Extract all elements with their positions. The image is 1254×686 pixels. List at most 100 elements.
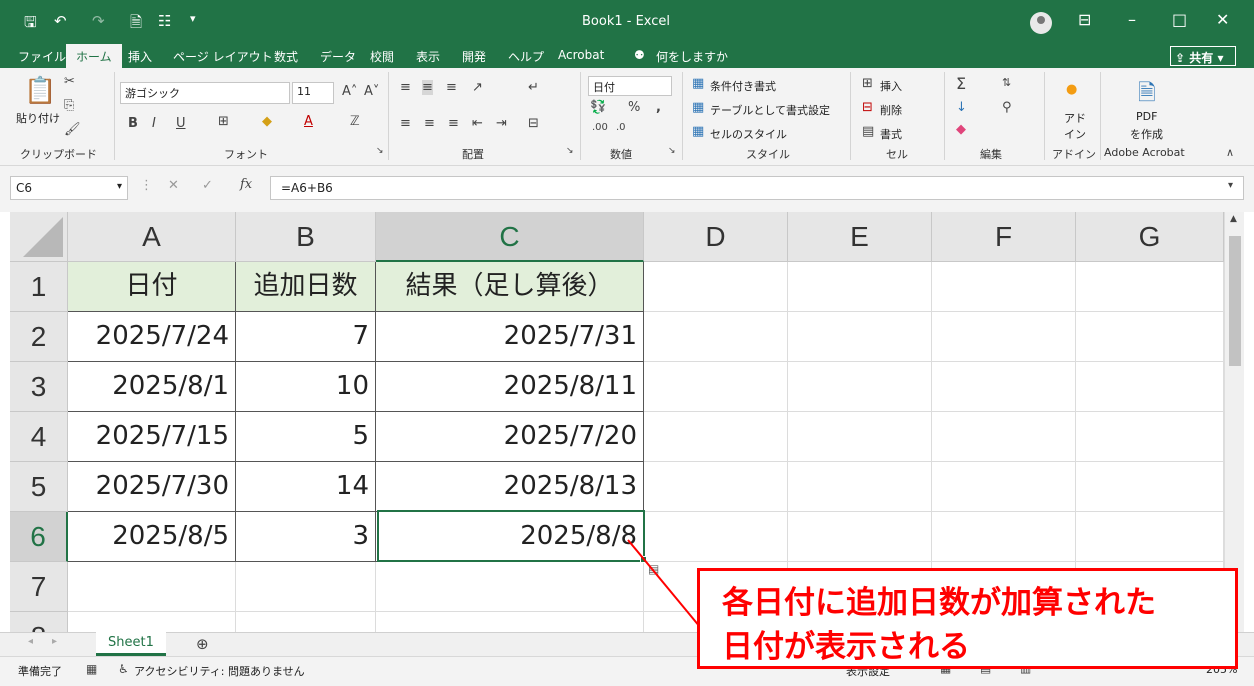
addins-line1[interactable]: アド [1064,110,1086,126]
tab-formulas[interactable]: 数式 [274,48,298,65]
italic-icon[interactable]: I [152,116,156,131]
tab-page-layout[interactable]: ページ レイアウト [173,48,273,65]
wrap-text-icon[interactable]: ↵ [528,80,539,95]
column-header-c[interactable]: C [376,212,644,262]
tell-me-search[interactable]: 何をしますか [656,48,728,65]
formula-input[interactable]: =A6+B6 [270,176,1244,200]
grow-font-icon[interactable]: A˄ [342,84,357,99]
cell-c5[interactable]: 2025/8/13 [376,462,644,512]
macro-record-icon[interactable]: ▦ [86,662,97,676]
underline-icon[interactable]: U [176,116,186,131]
accessibility-icon[interactable]: ♿ [118,662,129,676]
cell-a3[interactable]: 2025/8/1 [68,362,236,412]
number-format-select[interactable]: 日付 [588,76,672,96]
cell-a5[interactable]: 2025/7/30 [68,462,236,512]
paste-icon[interactable]: 📋 [24,76,56,106]
increase-indent-icon[interactable]: ⇥ [496,116,507,131]
empty-cell[interactable] [644,362,788,412]
empty-cell[interactable] [644,312,788,362]
account-avatar-icon[interactable] [1030,12,1052,34]
phonetic-icon[interactable]: ℤ [350,114,360,129]
create-pdf-line2[interactable]: を作成 [1130,126,1163,142]
select-all-button[interactable] [10,212,68,262]
maximize-icon[interactable]: □ [1172,10,1187,29]
empty-cell[interactable] [68,562,236,612]
insert-function-icon[interactable]: fx [240,177,252,192]
cell-b3[interactable]: 10 [236,362,376,412]
tab-review[interactable]: 校閲 [370,48,394,65]
row-header-3[interactable]: 3 [10,362,68,412]
row-header-8[interactable]: 8 [10,612,68,632]
customize-qat-icon[interactable]: ▾ [190,12,196,25]
tab-home[interactable]: ホーム [66,44,122,70]
add-sheet-icon[interactable]: ⊕ [196,635,209,653]
borders-icon[interactable]: ⊞ [218,114,229,129]
empty-cell[interactable] [932,412,1076,462]
row-header-4[interactable]: 4 [10,412,68,462]
cell-a6[interactable]: 2025/8/5 [68,512,236,562]
empty-cell[interactable] [1076,362,1224,412]
share-button[interactable]: ⇪ 共有 ▾ [1170,46,1236,66]
cancel-icon[interactable]: ✕ [168,178,179,193]
tab-view[interactable]: 表示 [416,48,440,65]
enter-icon[interactable]: ✓ [202,178,213,193]
percent-icon[interactable]: % [628,100,640,115]
decrease-decimal-icon[interactable]: .0 [616,122,626,133]
format-cells-button[interactable]: 書式 [880,126,902,142]
row-header-5[interactable]: 5 [10,462,68,512]
cell-a1[interactable]: 日付 [68,262,236,312]
cell-b4[interactable]: 5 [236,412,376,462]
align-left-icon[interactable]: ≡ [400,116,411,131]
empty-cell[interactable] [932,462,1076,512]
column-header-d[interactable]: D [644,212,788,262]
find-select-icon[interactable]: ⚲ [1002,100,1012,115]
addins-line2[interactable]: イン [1064,126,1086,142]
new-file-icon[interactable]: 🗎 [130,12,142,37]
bold-icon[interactable]: B [128,116,138,131]
shrink-font-icon[interactable]: A˅ [364,84,379,99]
empty-cell[interactable] [644,462,788,512]
format-painter-icon[interactable]: 🖌 [64,122,81,137]
empty-cell[interactable] [236,612,376,632]
tab-insert[interactable]: 挿入 [128,48,152,65]
collapse-ribbon-icon[interactable]: ∧ [1226,146,1234,159]
column-header-b[interactable]: B [236,212,376,262]
delete-cells-button[interactable]: 削除 [880,102,902,118]
empty-cell[interactable] [1076,262,1224,312]
empty-cell[interactable] [1076,462,1224,512]
row-header-2[interactable]: 2 [10,312,68,362]
empty-cell[interactable] [788,362,932,412]
close-icon[interactable]: ✕ [1216,10,1229,29]
empty-cell[interactable] [1076,312,1224,362]
ribbon-display-icon[interactable]: ⊟ [1078,10,1091,29]
empty-cell[interactable] [1076,412,1224,462]
empty-cell[interactable] [376,612,644,632]
create-pdf-line1[interactable]: PDF [1136,110,1157,123]
fill-handle[interactable] [640,556,647,563]
save-icon[interactable]: 🖫 [24,12,37,37]
minimize-icon[interactable]: – [1128,10,1136,29]
row-header-1[interactable]: 1 [10,262,68,312]
alignment-launcher-icon[interactable]: ↘ [566,146,574,156]
empty-cell[interactable] [788,512,932,562]
sheet-tab-sheet1[interactable]: Sheet1 [96,632,166,656]
empty-cell[interactable] [788,262,932,312]
scroll-thumb[interactable] [1229,236,1241,366]
cell-styles-button[interactable]: セルのスタイル [710,126,787,142]
empty-cell[interactable] [644,512,788,562]
empty-cell[interactable] [788,312,932,362]
fill-down-icon[interactable]: ↓ [956,100,967,115]
font-launcher-icon[interactable]: ↘ [376,146,384,156]
empty-cell[interactable] [932,362,1076,412]
row-header-6[interactable]: 6 [10,512,68,562]
empty-cell[interactable] [932,512,1076,562]
addins-icon[interactable]: ● [1066,82,1077,97]
sort-filter-icon[interactable]: ⇅ [1002,76,1011,89]
cell-c4[interactable]: 2025/7/20 [376,412,644,462]
autosum-icon[interactable]: Σ [956,74,966,93]
cell-a2[interactable]: 2025/7/24 [68,312,236,362]
expand-formula-icon[interactable]: ▾ [1228,180,1233,191]
create-pdf-icon[interactable]: 🗎 [1138,76,1156,114]
tab-data[interactable]: データ [320,48,356,65]
form-icon[interactable]: ☷ [158,12,171,30]
